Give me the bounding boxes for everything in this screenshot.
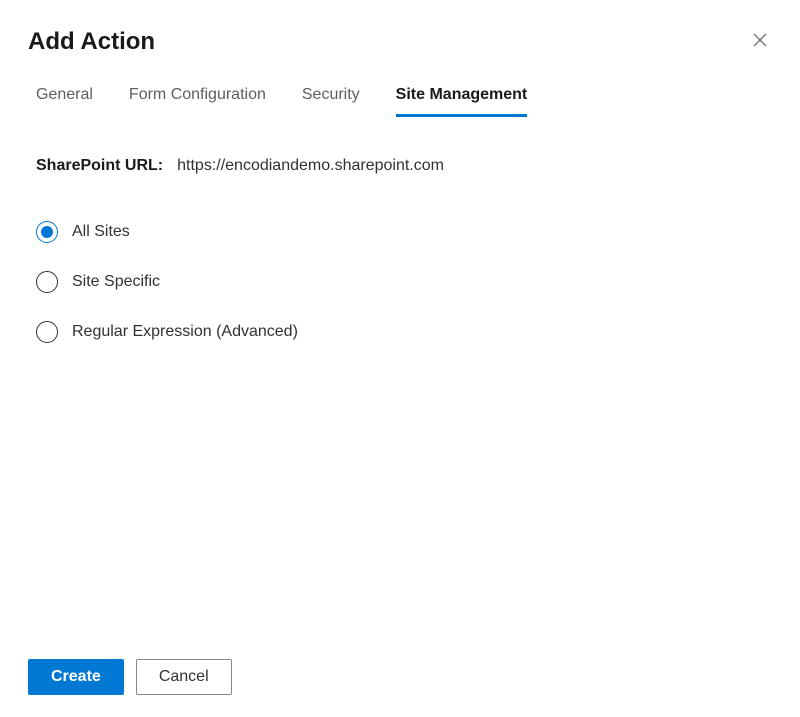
dialog-footer: Create Cancel <box>28 659 232 695</box>
radio-regex[interactable]: Regular Expression (Advanced) <box>36 321 772 343</box>
sharepoint-url-label: SharePoint URL: <box>36 157 163 175</box>
close-icon <box>752 32 768 48</box>
close-button[interactable] <box>748 28 772 52</box>
tab-general[interactable]: General <box>36 86 93 117</box>
radio-icon <box>36 221 58 243</box>
tab-form-configuration[interactable]: Form Configuration <box>129 86 266 117</box>
tab-security[interactable]: Security <box>302 86 360 117</box>
dialog-title: Add Action <box>28 28 155 56</box>
site-scope-radio-group: All Sites Site Specific Regular Expressi… <box>36 221 772 343</box>
radio-icon <box>36 321 58 343</box>
radio-dot-icon <box>41 226 53 238</box>
sharepoint-url-row: SharePoint URL: https://encodiandemo.sha… <box>36 157 772 175</box>
radio-label-all-sites: All Sites <box>72 223 130 241</box>
sharepoint-url-value: https://encodiandemo.sharepoint.com <box>177 157 444 175</box>
tabs: General Form Configuration Security Site… <box>28 86 772 117</box>
radio-icon <box>36 271 58 293</box>
tab-site-management[interactable]: Site Management <box>396 86 528 117</box>
dialog-header: Add Action <box>28 28 772 56</box>
radio-label-regex: Regular Expression (Advanced) <box>72 323 298 341</box>
create-button[interactable]: Create <box>28 659 124 695</box>
radio-all-sites[interactable]: All Sites <box>36 221 772 243</box>
cancel-button[interactable]: Cancel <box>136 659 232 695</box>
radio-site-specific[interactable]: Site Specific <box>36 271 772 293</box>
radio-label-site-specific: Site Specific <box>72 273 160 291</box>
tab-content: SharePoint URL: https://encodiandemo.sha… <box>28 117 772 343</box>
